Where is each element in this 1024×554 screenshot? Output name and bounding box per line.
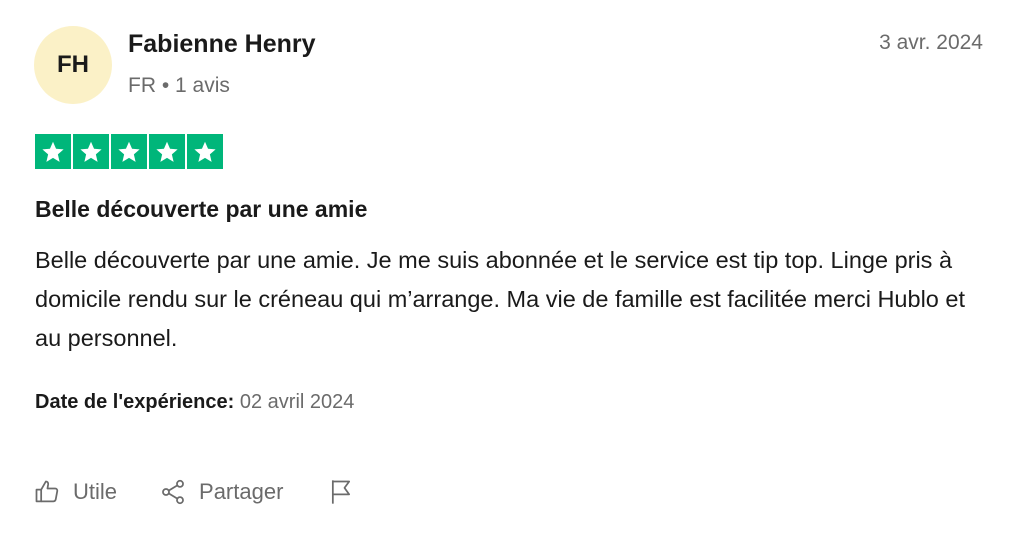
reviewer-review-count: 1 avis [175, 74, 230, 97]
share-label: Partager [199, 479, 284, 504]
star-icon [111, 134, 147, 169]
reviewer-country: FR [128, 74, 156, 97]
thumbs-up-icon [35, 480, 59, 503]
reviewer-name[interactable]: Fabienne Henry [128, 30, 316, 59]
experience-date: Date de l'expérience: 02 avril 2024 [35, 391, 354, 414]
flag-icon [332, 480, 351, 504]
star-icon [187, 134, 223, 169]
review-actions: Utile Partager [33, 478, 355, 506]
experience-date-label: Date de l'expérience: [35, 391, 235, 413]
avatar: FH [34, 26, 112, 104]
star-rating [35, 134, 223, 169]
useful-button[interactable]: Utile [33, 478, 117, 506]
reviewer-meta: FR • 1 avis [128, 74, 230, 98]
review-date: 3 avr. 2024 [879, 31, 983, 54]
star-icon [149, 134, 185, 169]
report-button[interactable] [327, 478, 355, 506]
share-icon [162, 479, 184, 505]
review-title[interactable]: Belle découverte par une amie [35, 196, 367, 223]
star-icon [73, 134, 109, 169]
review-body: Belle découverte par une amie. Je me sui… [35, 247, 965, 351]
meta-separator: • [161, 74, 170, 97]
share-button[interactable]: Partager [159, 478, 283, 506]
useful-label: Utile [73, 479, 118, 504]
experience-date-value: 02 avril 2024 [239, 391, 355, 413]
star-icon [35, 134, 71, 169]
avatar-initials: FH [57, 51, 89, 78]
